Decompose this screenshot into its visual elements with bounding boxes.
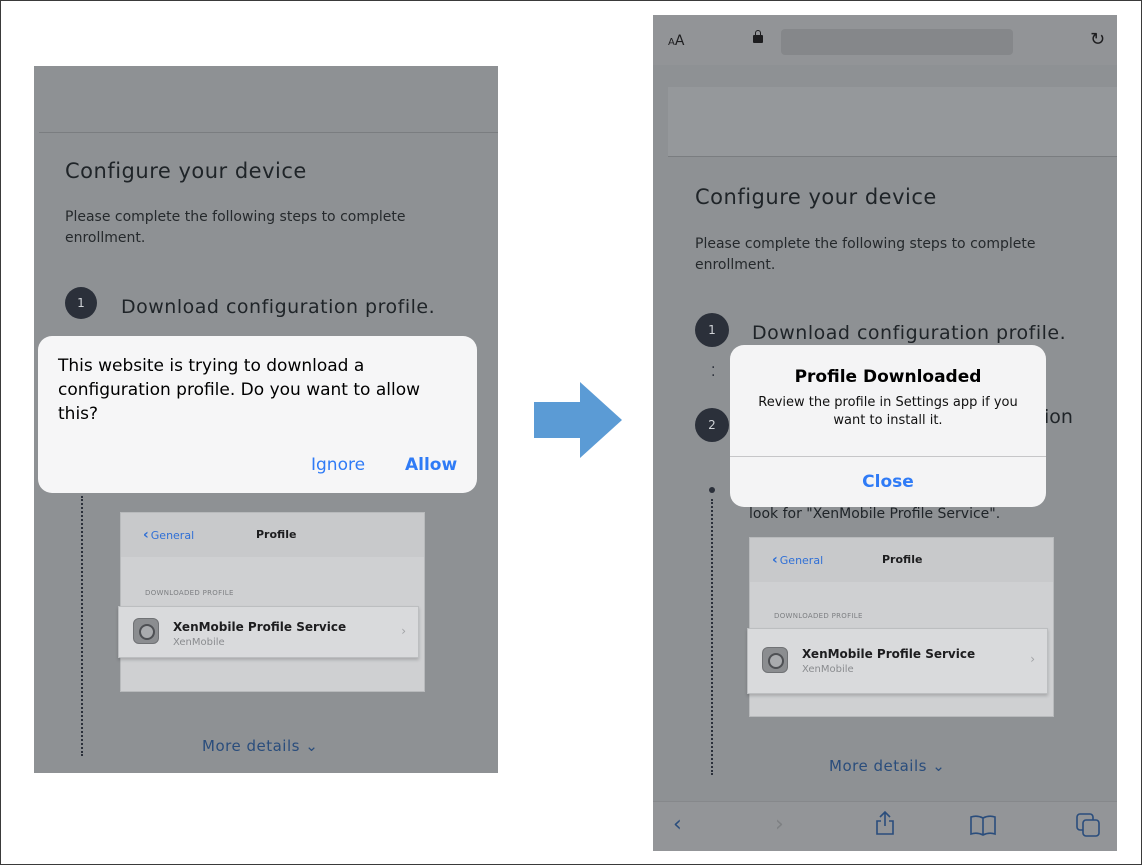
dialog-divider xyxy=(730,456,1046,457)
arrow-head xyxy=(580,382,622,458)
dialog-message: This website is trying to download a con… xyxy=(58,356,421,424)
step-connector-2 xyxy=(711,499,713,775)
chevron-left-icon: ‹ xyxy=(143,527,149,543)
step-2-badge: 2 xyxy=(695,408,729,442)
step-1-badge: 1 xyxy=(695,313,729,347)
settings-nav-title: Profile xyxy=(256,528,297,541)
page-header-banner xyxy=(668,87,1117,157)
left-phone-screen: Configure your device Please complete th… xyxy=(34,66,498,773)
settings-nav-title: Profile xyxy=(882,553,923,566)
lock-icon xyxy=(753,30,763,43)
settings-section-header: DOWNLOADED PROFILE xyxy=(145,589,234,597)
settings-screenshot-card: ‹ General Profile DOWNLOADED PROFILE XenM… xyxy=(747,537,1054,717)
more-details-link[interactable]: More details ⌄ xyxy=(829,757,945,775)
intro-text: Please complete the following steps to c… xyxy=(695,236,1036,273)
url-field[interactable] xyxy=(781,29,1013,55)
right-phone-screen: AA ↻ Configure your device Please comple… xyxy=(653,15,1117,851)
settings-back-link: ‹ General xyxy=(143,527,195,543)
step-1-label: Download configuration profile. xyxy=(121,296,436,318)
step-1-badge: 1 xyxy=(65,287,97,319)
settings-nav-bar: ‹ General Profile xyxy=(750,538,1053,582)
forward-icon[interactable]: › xyxy=(775,812,784,837)
profile-row: XenMobile Profile Service XenMobile › xyxy=(118,606,419,658)
header-divider xyxy=(39,132,498,133)
intro-text: Please complete the following steps to c… xyxy=(65,209,406,246)
profile-row-subtitle: XenMobile xyxy=(802,664,854,675)
settings-nav-bar: ‹ General Profile xyxy=(121,513,424,557)
page-title: Configure your device xyxy=(695,185,937,209)
ignore-button[interactable]: Ignore xyxy=(311,455,365,475)
bookmarks-icon[interactable] xyxy=(969,814,997,836)
safari-address-bar: AA ↻ xyxy=(653,15,1117,65)
tabs-icon[interactable] xyxy=(1075,812,1101,838)
chevron-down-icon: ⌄ xyxy=(305,737,319,755)
chevron-left-icon: ‹ xyxy=(772,552,778,568)
page-title: Configure your device xyxy=(65,159,307,183)
profile-row-title: XenMobile Profile Service xyxy=(802,647,976,661)
profile-row: XenMobile Profile Service XenMobile › xyxy=(747,628,1048,694)
instruction-text: look for "XenMobile Profile Service". xyxy=(749,506,1001,522)
settings-gear-icon xyxy=(133,618,159,644)
chevron-down-icon: ⌄ xyxy=(932,757,946,775)
safari-toolbar: ‹ › xyxy=(653,801,1117,851)
settings-gear-icon xyxy=(762,647,788,673)
arrow-right-icon xyxy=(534,402,580,438)
back-icon[interactable]: ‹ xyxy=(673,812,682,837)
profile-downloaded-dialog: Profile Downloaded Review the profile in… xyxy=(730,345,1046,507)
text-size-button[interactable]: AA xyxy=(668,33,684,49)
step-connector xyxy=(81,496,83,756)
chevron-right-icon: › xyxy=(401,624,406,638)
chevron-right-icon: › xyxy=(1030,652,1035,666)
more-details-link[interactable]: More details ⌄ xyxy=(202,737,318,755)
profile-row-title: XenMobile Profile Service xyxy=(173,620,347,634)
step-connector: · · xyxy=(711,360,716,384)
step-2-label: ion xyxy=(1044,406,1073,428)
bullet-dot xyxy=(709,487,715,493)
reload-icon[interactable]: ↻ xyxy=(1090,29,1105,50)
share-icon[interactable] xyxy=(874,810,896,836)
download-permission-dialog: This website is trying to download a con… xyxy=(38,336,477,493)
settings-section-header: DOWNLOADED PROFILE xyxy=(774,612,863,620)
step-1-label: Download configuration profile. xyxy=(752,322,1067,344)
allow-button[interactable]: Allow xyxy=(405,455,457,475)
close-button[interactable]: Close xyxy=(730,472,1046,492)
profile-row-subtitle: XenMobile xyxy=(173,637,225,648)
settings-screenshot-card: ‹ General Profile DOWNLOADED PROFILE XenM… xyxy=(118,512,425,692)
settings-back-link: ‹ General xyxy=(772,552,824,568)
dialog-message: Review the profile in Settings app if yo… xyxy=(758,395,1018,428)
dialog-title: Profile Downloaded xyxy=(794,367,982,387)
